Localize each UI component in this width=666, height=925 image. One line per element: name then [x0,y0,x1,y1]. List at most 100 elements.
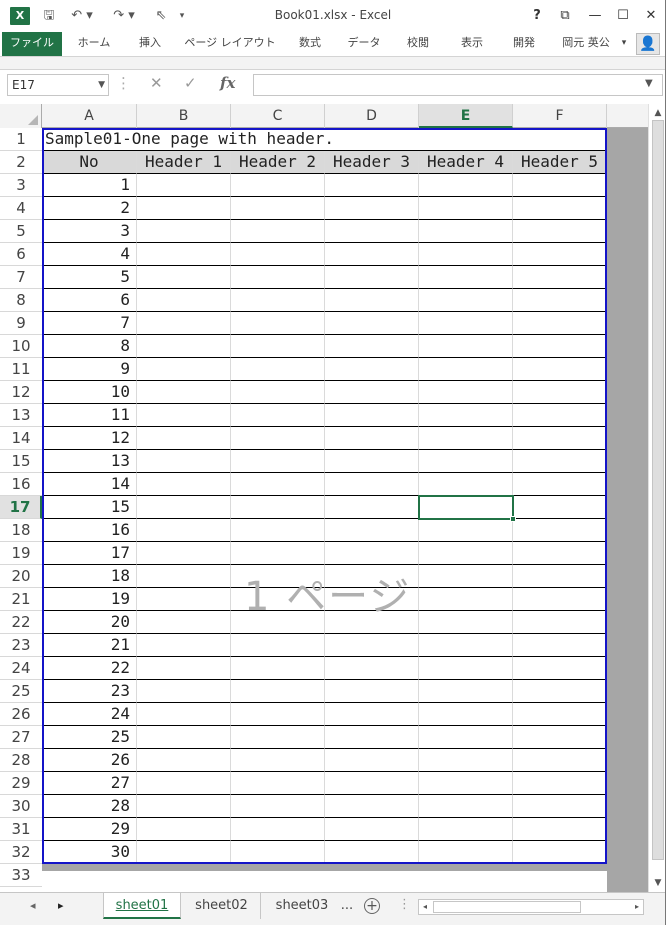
cell[interactable] [137,772,231,795]
enter-icon[interactable]: ✓ [184,74,197,92]
tab-sheet01[interactable]: sheet01 [103,893,181,919]
cell[interactable] [419,795,513,818]
cell[interactable] [325,220,419,243]
cell[interactable] [419,289,513,312]
row-header-8[interactable]: 8 [0,289,42,312]
no-cell[interactable]: 28 [42,795,137,818]
cell[interactable] [325,496,419,519]
cell[interactable] [231,335,325,358]
cell[interactable] [419,404,513,427]
tab-sheet03[interactable]: sheet03 [263,893,341,919]
cell[interactable] [137,703,231,726]
cell[interactable] [137,611,231,634]
cell[interactable] [513,450,607,473]
no-cell[interactable]: 23 [42,680,137,703]
cell[interactable] [325,358,419,381]
cell[interactable] [137,404,231,427]
cell[interactable] [419,243,513,266]
ribbon-display-button[interactable]: ⧉ [554,6,576,26]
tab-data[interactable]: データ [342,32,386,56]
column-header-b[interactable]: B [137,104,231,128]
cell[interactable] [513,657,607,680]
user-name[interactable]: 岡元 英公 [554,32,618,56]
cell[interactable] [419,680,513,703]
row-header-19[interactable]: 19 [0,542,42,565]
cell[interactable] [137,496,231,519]
cell[interactable] [325,795,419,818]
cell[interactable] [419,611,513,634]
row-header-31[interactable]: 31 [0,818,42,841]
cell[interactable] [325,427,419,450]
cell[interactable] [231,473,325,496]
name-box[interactable]: E17 ▼ [7,74,109,96]
row-header-7[interactable]: 7 [0,266,42,289]
cell[interactable] [325,565,419,588]
maximize-button[interactable]: ☐ [612,6,634,26]
cell[interactable] [137,312,231,335]
cell[interactable] [513,358,607,381]
cell[interactable] [231,542,325,565]
cell[interactable] [137,726,231,749]
header-cell[interactable]: Header 1 [137,151,231,174]
row-header-29[interactable]: 29 [0,772,42,795]
cell[interactable] [513,818,607,841]
cell[interactable] [419,496,513,519]
scroll-right-icon[interactable]: ▸ [631,900,643,914]
cell[interactable] [137,381,231,404]
cell[interactable] [419,565,513,588]
add-sheet-button[interactable]: + [364,898,380,914]
row-header-20[interactable]: 20 [0,565,42,588]
tab-home[interactable]: ホーム [72,32,116,56]
cell[interactable] [231,818,325,841]
cell[interactable] [137,220,231,243]
scroll-down-icon[interactable]: ▼ [650,876,665,890]
cell[interactable] [419,542,513,565]
tab-file[interactable]: ファイル [2,32,62,56]
tab-sheet02[interactable]: sheet02 [183,893,261,919]
cell[interactable] [419,335,513,358]
cell[interactable] [325,266,419,289]
no-cell[interactable]: 6 [42,289,137,312]
tab-insert[interactable]: 挿入 [128,32,172,56]
cell[interactable] [325,726,419,749]
no-cell[interactable]: 26 [42,749,137,772]
cell[interactable] [325,473,419,496]
no-cell[interactable]: 17 [42,542,137,565]
cell[interactable] [513,749,607,772]
avatar[interactable]: 👤 [636,33,660,55]
row-header-22[interactable]: 22 [0,611,42,634]
row-header-28[interactable]: 28 [0,749,42,772]
cell[interactable] [325,450,419,473]
cell[interactable] [513,565,607,588]
cell[interactable] [231,358,325,381]
cell[interactable] [231,427,325,450]
row-header-2[interactable]: 2 [0,151,42,174]
no-cell[interactable]: 22 [42,657,137,680]
cell[interactable] [137,243,231,266]
row-header-32[interactable]: 32 [0,841,42,864]
cell[interactable] [231,657,325,680]
column-header-c[interactable]: C [231,104,325,128]
cell[interactable] [137,634,231,657]
help-button[interactable]: ? [526,6,548,26]
title-cell[interactable]: Sample01-One page with header. [42,128,607,151]
no-cell[interactable]: 7 [42,312,137,335]
cell[interactable] [325,289,419,312]
cell[interactable] [137,542,231,565]
no-cell[interactable]: 2 [42,197,137,220]
cell[interactable] [513,381,607,404]
cell[interactable] [137,841,231,864]
cell[interactable] [325,519,419,542]
row-header-16[interactable]: 16 [0,473,42,496]
cell[interactable] [231,220,325,243]
cell[interactable] [325,818,419,841]
row-header-24[interactable]: 24 [0,657,42,680]
cell[interactable] [513,519,607,542]
cell[interactable] [325,634,419,657]
cell[interactable] [513,335,607,358]
row-header-4[interactable]: 4 [0,197,42,220]
cell[interactable] [419,358,513,381]
cell[interactable] [419,197,513,220]
cell[interactable] [231,289,325,312]
cell[interactable] [325,588,419,611]
